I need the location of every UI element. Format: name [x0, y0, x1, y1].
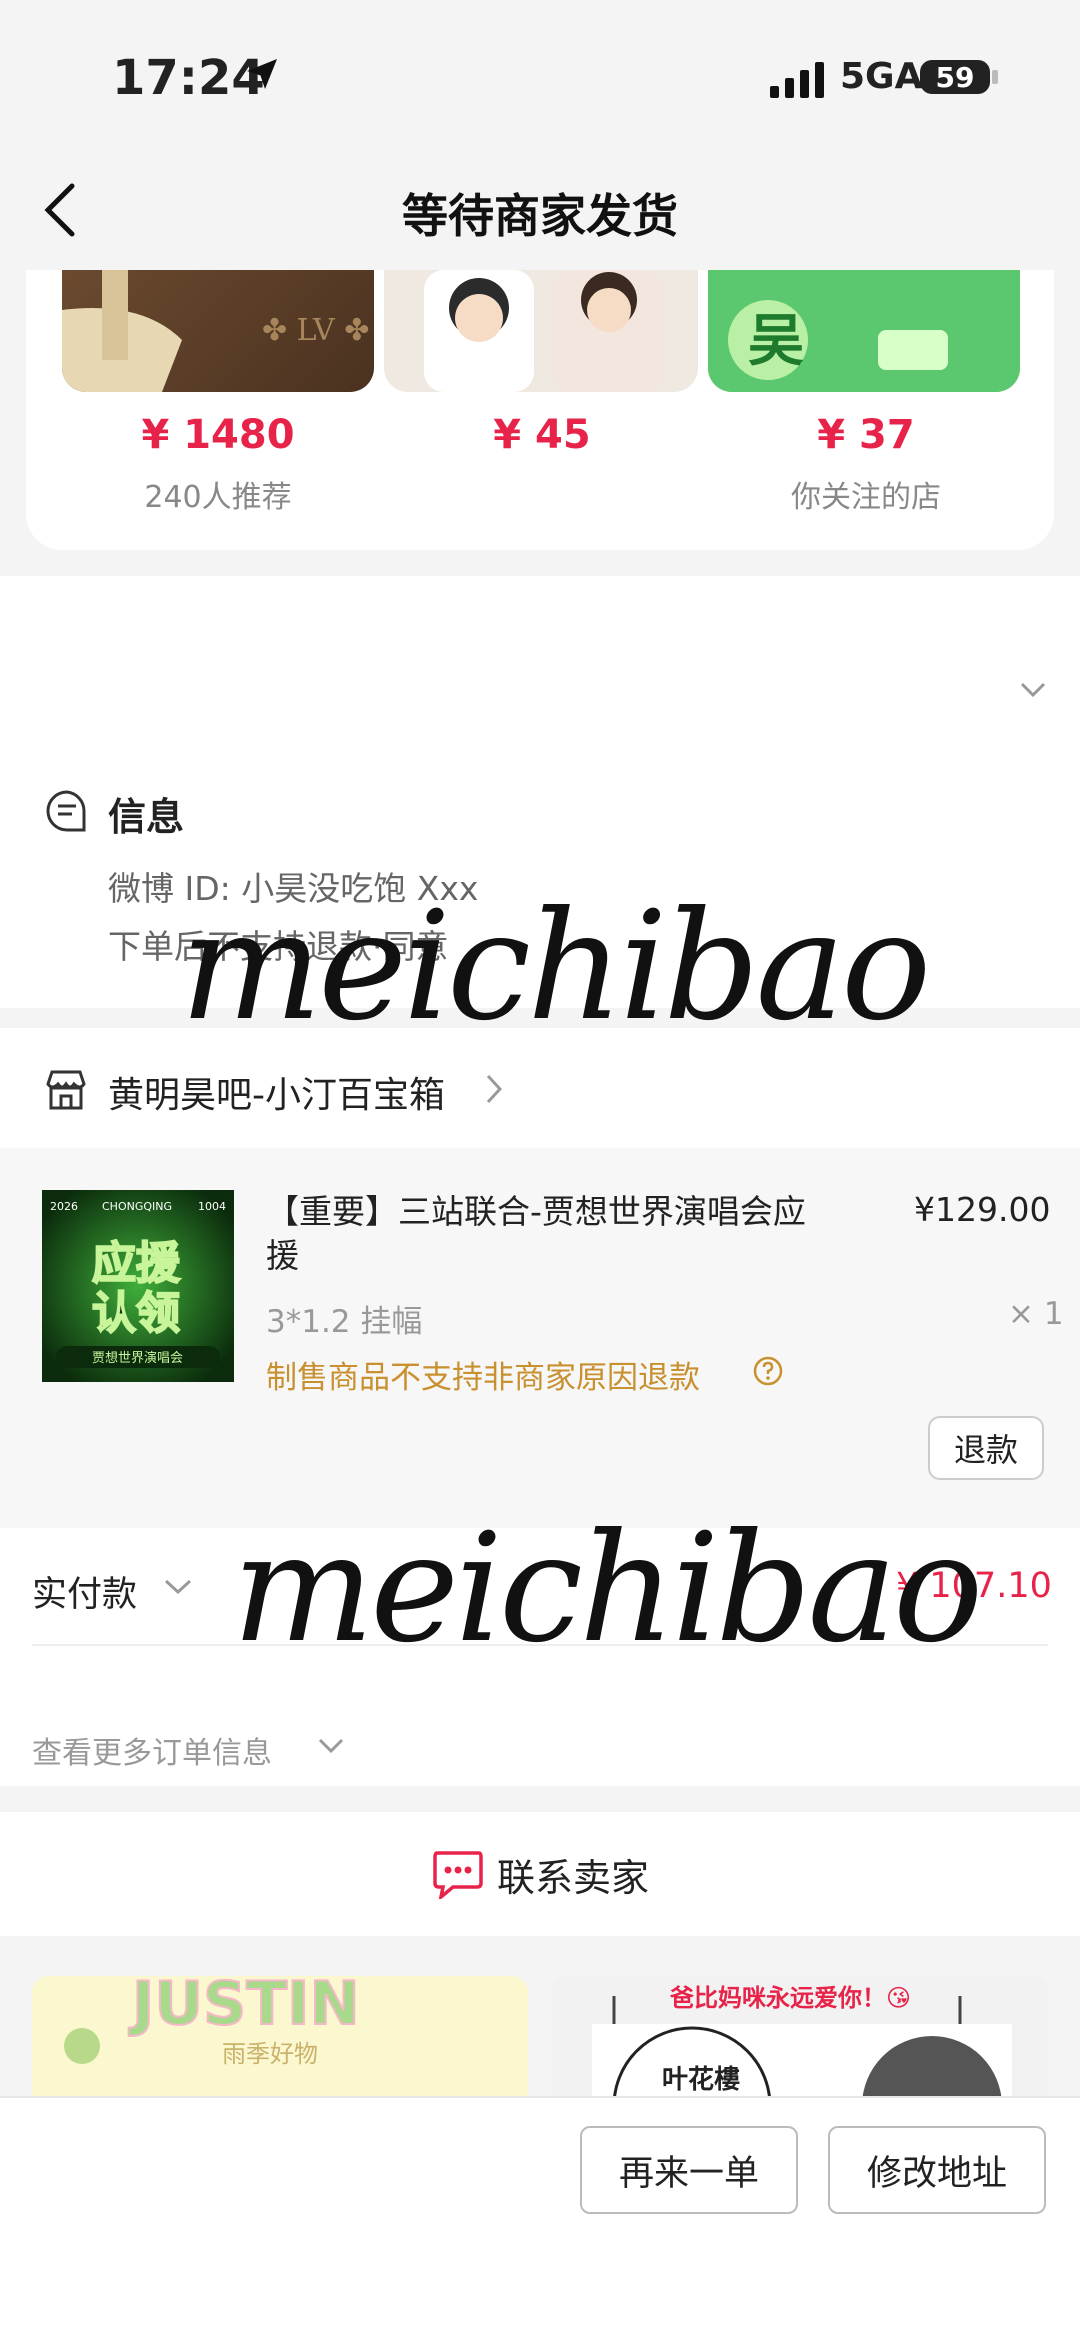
product-thumbnail[interactable]: 2026 CHONGQING 1004 应援 认领 贾想世界演唱会 [42, 1190, 234, 1382]
recommend-image-1[interactable]: ✤ LV ✤ [62, 270, 374, 392]
battery-tip [992, 70, 998, 84]
chevron-down-icon[interactable] [1020, 682, 1046, 698]
recommend-image-3-text: 吴 [748, 309, 804, 374]
more-order-info[interactable]: 查看更多订单信息 [32, 1728, 272, 1772]
thumb-line1: 应援 [92, 1238, 181, 1289]
recommend-sub-3: 你关注的店 [791, 480, 941, 515]
recommend-price-1: ¥ 1480 [141, 412, 295, 458]
page-title: 等待商家发货 [402, 189, 678, 243]
refund-warning: 制售商品不支持非商家原因退款 [266, 1360, 700, 1396]
banner-left-sub: 雨季好物 [222, 2040, 318, 2068]
reorder-button[interactable]: 再来一单 [580, 2126, 798, 2214]
product-spec: 3*1.2 挂幅 [266, 1304, 423, 1340]
shop-name[interactable]: 黄明昊吧-小汀百宝箱 [108, 1066, 445, 1118]
status-time: 17:24 [112, 50, 265, 106]
watermark: meichibao [180, 880, 931, 1054]
network-label: 5GA [840, 56, 923, 97]
message-icon [46, 790, 86, 832]
battery-icon: 59 [920, 60, 990, 94]
refund-button[interactable]: 退款 [928, 1416, 1044, 1480]
watermark: meichibao [232, 1502, 983, 1676]
promo-banner-right[interactable]: 爸比妈咪永远爱你！😘 叶花樓 [552, 1976, 1048, 2096]
info-title: 信息 [108, 795, 185, 839]
banner-right-text: 叶花樓 [662, 2064, 740, 2095]
thumb-line2: 认领 [92, 1288, 180, 1339]
recommend-sub-1: 240人推荐 [144, 480, 292, 515]
svg-text:✤ LV ✤: ✤ LV ✤ [262, 313, 369, 348]
recommend-price-3: ¥ 37 [817, 412, 915, 458]
recommend-image-3[interactable]: 吴 [708, 270, 1020, 392]
paid-label: 实付款 [32, 1575, 138, 1615]
contact-seller-button[interactable]: 联系卖家 [0, 1812, 1080, 1936]
chat-icon [433, 1851, 483, 1899]
banner-right-title: 爸比妈咪永远爱你！😘 [669, 1984, 911, 2012]
thumb-date: 1004 [198, 1200, 226, 1213]
shop-icon [46, 1070, 86, 1110]
product-qty: × 1 [1008, 1296, 1064, 1332]
promo-banner-left[interactable]: JUSTIN 雨季好物 [32, 1976, 528, 2096]
chevron-right-icon[interactable] [486, 1074, 502, 1104]
chevron-down-icon[interactable] [318, 1738, 344, 1754]
thumb-footer: 贾想世界演唱会 [92, 1350, 183, 1366]
help-icon[interactable] [752, 1355, 784, 1387]
product-price: ¥129.00 [914, 1190, 1051, 1229]
thumb-year: 2026 [50, 1200, 78, 1213]
chevron-down-icon[interactable] [164, 1578, 192, 1596]
contact-seller-label: 联系卖家 [496, 1855, 649, 1900]
location-arrow-icon [247, 59, 277, 89]
battery-level: 59 [935, 60, 975, 94]
banner-left-title: JUSTIN [128, 1976, 360, 2039]
recommend-image-2[interactable] [384, 270, 698, 392]
product-title: 【重要】三站联合-贾想世界演唱会应援 [266, 1192, 806, 1275]
signal-icon [770, 62, 824, 98]
edit-address-button[interactable]: 修改地址 [828, 2126, 1046, 2214]
thumb-city: CHONGQING [102, 1200, 172, 1213]
recommend-price-2: ¥ 45 [493, 412, 591, 458]
